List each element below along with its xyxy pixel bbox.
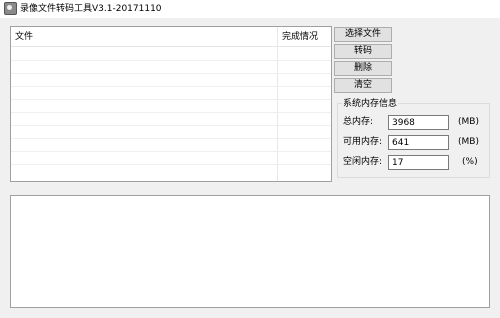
grid-line bbox=[11, 138, 331, 139]
grid-line bbox=[11, 112, 331, 113]
clear-button[interactable]: 清空 bbox=[334, 78, 392, 93]
available-memory-field[interactable] bbox=[388, 135, 449, 150]
grid-line bbox=[11, 60, 331, 61]
grid-line bbox=[11, 164, 331, 165]
log-output-area[interactable] bbox=[10, 195, 490, 308]
window-title: 录像文件转码工具V3.1-20171110 bbox=[20, 4, 162, 14]
memory-group-title: 系统内存信息 bbox=[342, 99, 399, 110]
app-video-icon bbox=[4, 2, 17, 15]
delete-button[interactable]: 删除 bbox=[334, 61, 392, 76]
column-divider bbox=[277, 27, 278, 181]
total-memory-unit: (MB) bbox=[458, 117, 479, 127]
title-bar: 录像文件转码工具V3.1-20171110 bbox=[0, 0, 500, 18]
column-header-file[interactable]: 文件 bbox=[15, 27, 33, 47]
available-memory-label: 可用内存: bbox=[343, 137, 383, 147]
file-list[interactable]: 文件 完成情况 bbox=[10, 26, 332, 182]
idle-memory-field[interactable] bbox=[388, 155, 449, 170]
grid-line bbox=[11, 86, 331, 87]
available-memory-unit: (MB) bbox=[458, 137, 479, 147]
idle-memory-unit: (%) bbox=[462, 157, 478, 167]
total-memory-field[interactable] bbox=[388, 115, 449, 130]
grid-line bbox=[11, 99, 331, 100]
transcode-button[interactable]: 转码 bbox=[334, 44, 392, 59]
column-header-status[interactable]: 完成情况 bbox=[282, 27, 318, 47]
select-file-button[interactable]: 选择文件 bbox=[334, 27, 392, 42]
file-list-header: 文件 完成情况 bbox=[11, 27, 331, 47]
grid-line bbox=[11, 151, 331, 152]
grid-line bbox=[11, 73, 331, 74]
total-memory-label: 总内存: bbox=[343, 117, 374, 127]
grid-line bbox=[11, 125, 331, 126]
idle-memory-label: 空闲内存: bbox=[343, 157, 383, 167]
